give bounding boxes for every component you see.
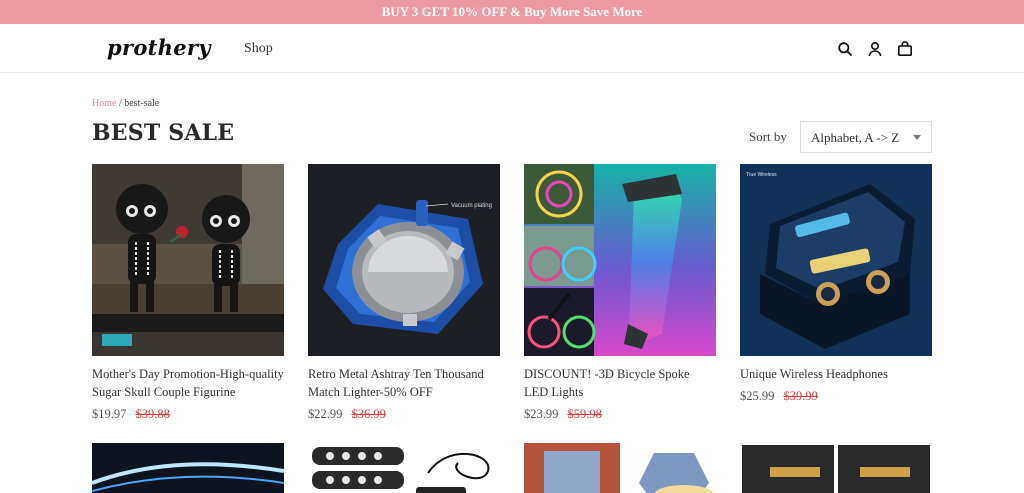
breadcrumb-separator: /	[118, 98, 122, 109]
product-image-bicycle-led[interactable]	[524, 164, 716, 356]
product-image-partial[interactable]	[524, 443, 716, 493]
nav-shop-link[interactable]: Shop	[244, 41, 273, 57]
account-icon[interactable]	[867, 41, 883, 57]
announcement-bar: BUY 3 GET 10% OFF & Buy More Save More	[0, 0, 1024, 24]
breadcrumb: Home / best-sale	[92, 98, 159, 109]
product-compare-price: $39.99	[783, 389, 818, 403]
image-caption-vacuum-plating: Vacuum plating	[451, 203, 492, 209]
breadcrumb-current: best-sale	[124, 98, 160, 109]
product-image-wireless-headphones[interactable]: True Wireless	[740, 164, 932, 356]
product-compare-price: $39.88	[135, 407, 170, 421]
site-logo[interactable]: prothery	[107, 35, 211, 60]
product-image-partial[interactable]	[92, 443, 284, 493]
svg-text:True Wireless: True Wireless	[746, 172, 777, 178]
product-price: $19.97	[92, 407, 127, 421]
product-name[interactable]: Unique Wireless Headphones	[740, 365, 932, 383]
product-card[interactable]: DISCOUNT! -3D Bicycle Spoke LED Lights $…	[524, 164, 716, 422]
product-card[interactable]: Vacuum plating Retro Metal Ashtray Ten T…	[308, 164, 500, 422]
sort-select[interactable]: Alphabet, A -> Z	[800, 121, 932, 153]
product-image-partial[interactable]	[740, 443, 932, 493]
product-image-skull-figurine[interactable]	[92, 164, 284, 356]
product-compare-price: $59.98	[567, 407, 602, 421]
product-name[interactable]: Mother's Day Promotion-High-quality Suga…	[92, 365, 284, 401]
product-name[interactable]: DISCOUNT! -3D Bicycle Spoke LED Lights	[524, 365, 716, 401]
product-price: $22.99	[308, 407, 343, 421]
product-card[interactable]: Mother's Day Promotion-High-quality Suga…	[92, 164, 284, 422]
product-card[interactable]: True Wireless Unique Wireless Headphones…	[740, 164, 932, 404]
product-compare-price: $36.99	[351, 407, 386, 421]
search-icon[interactable]	[837, 41, 853, 57]
product-prices: $25.99 $39.99	[740, 389, 932, 404]
breadcrumb-home-link[interactable]: Home	[92, 98, 116, 109]
product-price: $25.99	[740, 389, 775, 403]
sort-label: Sort by	[749, 129, 787, 144]
product-image-partial[interactable]	[308, 443, 500, 493]
product-price: $23.99	[524, 407, 559, 421]
sort-selected-value: Alphabet, A -> Z	[811, 130, 900, 145]
page-title: BEST SALE	[92, 120, 235, 146]
product-prices: $22.99 $36.99	[308, 407, 500, 422]
product-prices: $19.97 $39.88	[92, 407, 284, 422]
product-name[interactable]: Retro Metal Ashtray Ten Thousand Match L…	[308, 365, 500, 401]
site-header: prothery Shop	[0, 24, 1024, 73]
cart-icon[interactable]	[897, 41, 913, 57]
product-image-ashtray[interactable]: Vacuum plating	[308, 164, 500, 356]
product-prices: $23.99 $59.98	[524, 407, 716, 422]
chevron-down-icon	[913, 135, 921, 140]
